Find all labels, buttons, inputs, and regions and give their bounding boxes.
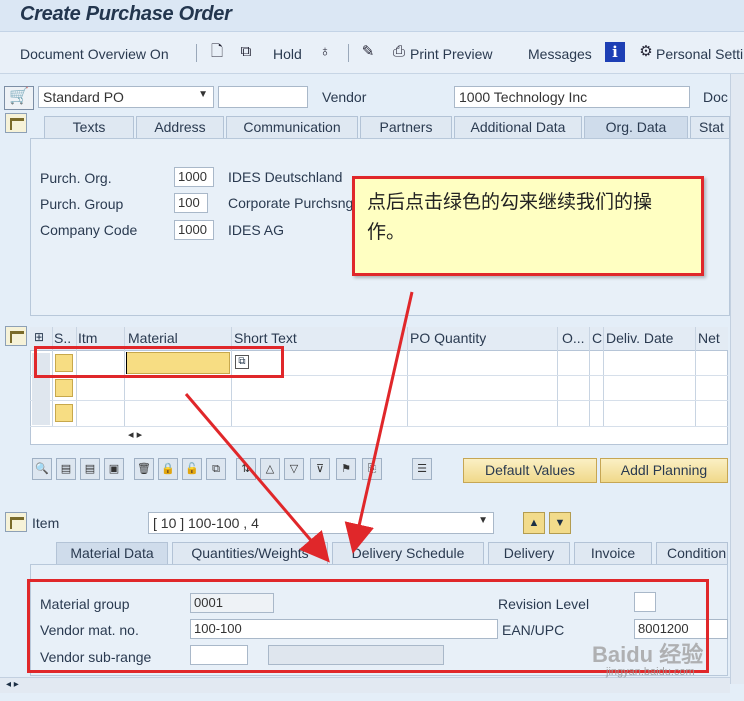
- arrow-to-quantities: [184, 393, 330, 563]
- annotation-arrows: [184, 291, 414, 563]
- arrow-to-delivery-schedule: [344, 291, 414, 554]
- baidu-watermark-logo: Baidu 经验: [592, 642, 704, 667]
- baidu-watermark-url: jingyan.baidu.com: [606, 666, 695, 678]
